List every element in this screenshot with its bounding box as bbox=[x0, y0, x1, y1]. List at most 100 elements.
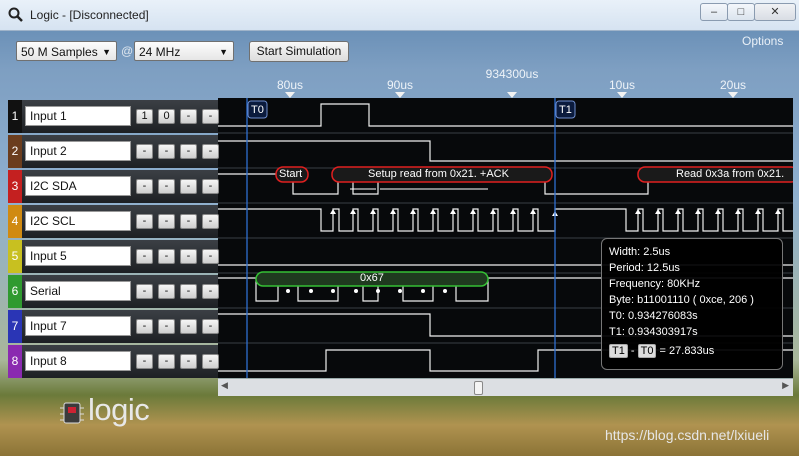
channel-row: 8 Input 8 - - - - bbox=[8, 345, 219, 378]
rate-select[interactable]: 24 MHz ▼ bbox=[134, 41, 234, 61]
serial-byte-label: 0x67 bbox=[360, 272, 384, 284]
app-window: Logic - [Disconnected] – □ ✕ 50 M Sample… bbox=[0, 0, 799, 456]
trigger-button[interactable]: 0 bbox=[158, 109, 175, 124]
waveform-input-1 bbox=[218, 103, 793, 127]
channel-number: 3 bbox=[8, 170, 22, 203]
trigger-button[interactable]: - bbox=[180, 319, 197, 334]
time-label: 90us bbox=[386, 78, 414, 92]
trigger-button[interactable]: 1 bbox=[136, 109, 153, 124]
title-bar: Logic - [Disconnected] – □ ✕ bbox=[0, 0, 799, 31]
trigger-button[interactable]: - bbox=[180, 249, 197, 264]
trigger-button[interactable]: - bbox=[158, 354, 175, 369]
measure-width: Width: 2.5us bbox=[609, 246, 671, 258]
delta-t1-tag[interactable]: T1 bbox=[609, 344, 628, 358]
window-title: Logic - [Disconnected] bbox=[30, 8, 149, 22]
channel-number: 5 bbox=[8, 240, 22, 273]
marker-t1-label[interactable]: T1 bbox=[559, 104, 572, 116]
channel-name-field[interactable]: Input 8 bbox=[25, 351, 131, 371]
trigger-button[interactable]: - bbox=[202, 354, 219, 369]
measure-byte: Byte: b11001110 ( 0xce, 206 ) bbox=[609, 294, 754, 306]
trigger-button[interactable]: - bbox=[136, 144, 153, 159]
trigger-button[interactable]: - bbox=[136, 179, 153, 194]
measure-t1: T1: 0.934303917s bbox=[609, 326, 698, 338]
i2c-setup-label: Setup read from 0x21. +ACK bbox=[368, 168, 509, 180]
channel-row: 2 Input 2 - - - - bbox=[8, 135, 219, 168]
scroll-thumb[interactable] bbox=[474, 381, 483, 395]
trigger-button[interactable]: - bbox=[158, 214, 175, 229]
trigger-button[interactable]: - bbox=[136, 214, 153, 229]
trigger-button[interactable]: - bbox=[158, 144, 175, 159]
measurement-panel: Width: 2.5us Period: 12.5us Frequency: 8… bbox=[601, 238, 783, 370]
measure-t0: T0: 0.934276083s bbox=[609, 310, 698, 322]
close-button[interactable]: ✕ bbox=[754, 3, 796, 21]
time-label: 10us bbox=[608, 78, 636, 92]
time-label: 80us bbox=[276, 78, 304, 92]
trigger-button[interactable]: - bbox=[136, 319, 153, 334]
serial-bit-markers bbox=[286, 289, 447, 293]
channel-number: 7 bbox=[8, 310, 22, 343]
trigger-button[interactable]: - bbox=[202, 214, 219, 229]
delta-t0-tag[interactable]: T0 bbox=[637, 344, 657, 358]
i2c-read-label: Read 0x3a from 0x21. bbox=[676, 168, 785, 180]
trigger-button[interactable]: - bbox=[158, 249, 175, 264]
options-link[interactable]: Options bbox=[742, 34, 783, 48]
start-simulation-button[interactable]: Start Simulation bbox=[249, 41, 349, 62]
watermark-text: https://blog.csdn.net/lxiueli bbox=[605, 427, 770, 443]
trigger-button[interactable]: - bbox=[202, 319, 219, 334]
marker-t0-label[interactable]: T0 bbox=[251, 104, 264, 116]
logic-chip-icon bbox=[60, 402, 84, 424]
time-label-center: 934300us bbox=[485, 67, 539, 81]
waveform-input-2 bbox=[218, 140, 793, 162]
channel-row: 1 Input 1 1 0 - - bbox=[8, 100, 219, 133]
trigger-button[interactable]: - bbox=[202, 249, 219, 264]
channel-name-field[interactable]: I2C SDA bbox=[25, 176, 131, 196]
measure-delta: T1 - T0 = 27.833us bbox=[609, 344, 714, 358]
rate-value: 24 MHz bbox=[139, 45, 181, 59]
trigger-button[interactable]: - bbox=[180, 214, 197, 229]
trigger-button[interactable]: - bbox=[136, 249, 153, 264]
channel-name-field[interactable]: Serial bbox=[25, 281, 131, 301]
channel-row: 5 Input 5 - - - - bbox=[8, 240, 219, 273]
scroll-right-icon[interactable]: ▶ bbox=[782, 380, 789, 391]
trigger-button[interactable]: - bbox=[180, 109, 197, 124]
trigger-button[interactable]: - bbox=[202, 109, 219, 124]
trigger-button[interactable]: - bbox=[158, 284, 175, 299]
channel-number: 6 bbox=[8, 275, 22, 308]
trigger-button[interactable]: - bbox=[136, 284, 153, 299]
waveform-i2c-scl bbox=[218, 208, 793, 232]
at-label: @ bbox=[121, 44, 134, 58]
minimize-button[interactable]: – bbox=[700, 3, 728, 21]
trigger-button[interactable]: - bbox=[202, 179, 219, 194]
horizontal-scrollbar[interactable]: ◀ ▶ bbox=[218, 378, 793, 396]
channel-name-field[interactable]: Input 1 bbox=[25, 106, 131, 126]
channel-name-field[interactable]: Input 2 bbox=[25, 141, 131, 161]
trigger-button[interactable]: - bbox=[158, 179, 175, 194]
channel-row: 3 I2C SDA - - - - bbox=[8, 170, 219, 203]
chevron-down-icon: ▼ bbox=[219, 47, 228, 57]
channel-number: 8 bbox=[8, 345, 22, 378]
channel-name-field[interactable]: Input 5 bbox=[25, 246, 131, 266]
i2c-start-label: Start bbox=[279, 168, 303, 180]
samples-select[interactable]: 50 M Samples ▼ bbox=[16, 41, 117, 61]
magnifier-icon bbox=[8, 7, 23, 22]
trigger-button[interactable]: - bbox=[136, 354, 153, 369]
delta-minus: - bbox=[630, 345, 635, 357]
trigger-button[interactable]: - bbox=[180, 144, 197, 159]
trigger-button[interactable]: - bbox=[202, 144, 219, 159]
trigger-button[interactable]: - bbox=[180, 354, 197, 369]
trigger-button[interactable]: - bbox=[158, 319, 175, 334]
channel-name-field[interactable]: I2C SCL bbox=[25, 211, 131, 231]
trigger-button[interactable]: - bbox=[180, 284, 197, 299]
scroll-left-icon[interactable]: ◀ bbox=[221, 380, 228, 391]
trigger-button[interactable]: - bbox=[202, 284, 219, 299]
channel-row: 6 Serial - - - - bbox=[8, 275, 219, 308]
channel-number: 4 bbox=[8, 205, 22, 238]
trigger-button[interactable]: - bbox=[180, 179, 197, 194]
delta-value: = 27.833us bbox=[659, 345, 715, 357]
samples-value: 50 M Samples bbox=[21, 45, 98, 59]
logic-logo-text: logic bbox=[88, 392, 150, 427]
channel-name-field[interactable]: Input 7 bbox=[25, 316, 131, 336]
maximize-button[interactable]: □ bbox=[727, 3, 755, 21]
measure-frequency: Frequency: 80KHz bbox=[609, 278, 701, 290]
time-label: 20us bbox=[719, 78, 747, 92]
